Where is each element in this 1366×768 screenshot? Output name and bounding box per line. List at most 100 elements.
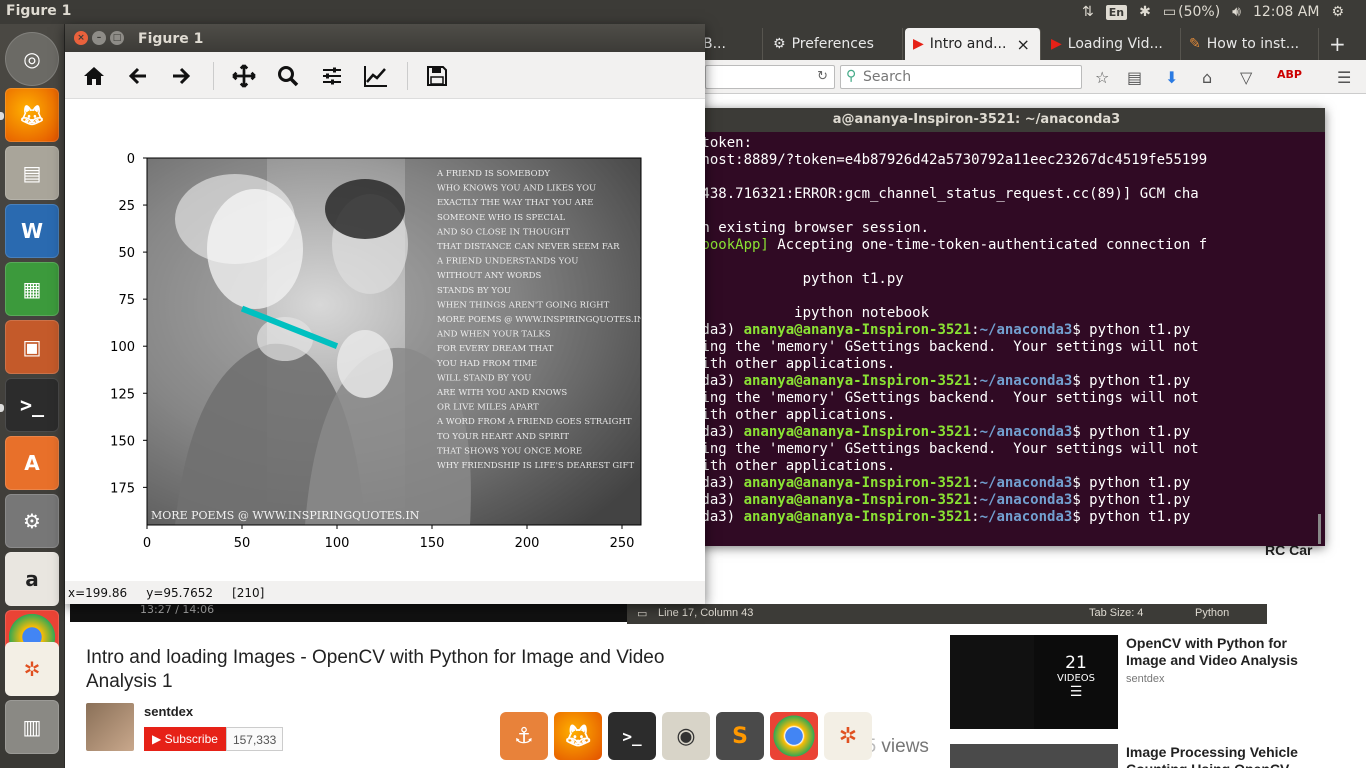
y-tick-label: 175 [110, 481, 135, 496]
terminal-line: window in existing browser session. [634, 220, 930, 236]
network-icon[interactable]: ⇅ [1082, 4, 1094, 20]
terminal-line: shared with other applications. [634, 407, 896, 423]
figure-status-bar: x=199.86 y=95.7652 [210] [65, 581, 705, 604]
pixel-value: [210] [232, 586, 265, 600]
ubuntu-dash-icon[interactable]: ◎ [5, 32, 59, 86]
tab-size[interactable]: Tab Size: 4 [1089, 607, 1143, 619]
rec-channel[interactable]: sentdex [1126, 673, 1165, 685]
youtube-icon: ▶ [913, 36, 924, 52]
maximize-icon[interactable]: □ [110, 31, 124, 45]
poem-line: AND WHEN YOUR TALKS [436, 330, 551, 340]
download-icon[interactable]: ⬇ [1165, 68, 1178, 87]
anchor-icon[interactable]: ⚓ [500, 712, 548, 760]
playlist-count-overlay: 21 VIDEOS ☰ [1034, 635, 1118, 729]
syntax-language[interactable]: Python [1195, 607, 1229, 619]
poem-line: AND SO CLOSE IN THOUGHT [436, 227, 570, 237]
back-arrow-icon[interactable] [123, 61, 153, 91]
firefox-icon[interactable]: 🦊︎ [554, 712, 602, 760]
terminal-icon[interactable]: >_ [608, 712, 656, 760]
files-icon[interactable]: ▤ [5, 146, 59, 200]
terminal-line: with a token: [642, 135, 753, 151]
trash-icon[interactable]: ▥ [5, 700, 59, 754]
poem-line: STANDS BY YOU [437, 286, 511, 296]
avatar[interactable] [86, 703, 134, 751]
line-chart-icon[interactable] [361, 61, 391, 91]
rec-title[interactable]: Image Processing Vehicle Counting Using … [1126, 744, 1326, 768]
magnifier-icon[interactable] [273, 61, 303, 91]
url-bar[interactable]: ↻ [705, 65, 835, 89]
y-tick-label: 75 [118, 293, 135, 308]
amazon-icon[interactable]: a [5, 552, 59, 606]
poem-line: ARE WITH YOU AND KNOWS [436, 388, 567, 398]
forward-arrow-icon[interactable] [166, 61, 196, 91]
pocket-icon[interactable]: ▽ [1240, 68, 1252, 87]
writer-icon[interactable]: W [5, 204, 59, 258]
subscribe-button[interactable]: ▶ Subscribe [144, 727, 226, 751]
terminal-line: a/anaconda3) ananya@ananya-Inspiron-3521… [634, 492, 1191, 508]
volume-icon[interactable]: 🔊︎ [1232, 4, 1241, 20]
x-tick-label: 150 [420, 536, 445, 551]
menu-icon[interactable]: ☰ [1337, 68, 1351, 87]
dock: ⚓ 🦊︎ >_ ◉ S ✲ [500, 712, 872, 768]
launcher: ◎ 🦊︎ ▤ W ▦ ▣ >_ A ⚙ a ✲ ▥ [0, 24, 65, 768]
tab-intro[interactable]: ▶ Intro and... × [905, 28, 1041, 60]
poem-line: FOR EVERY DREAM THAT [437, 344, 554, 354]
x-tick-label: 200 [515, 536, 540, 551]
speaker-icon[interactable]: ◉ [662, 712, 710, 760]
reading-list-icon[interactable]: ▤ [1127, 68, 1142, 87]
new-tab-button[interactable]: + [1321, 28, 1357, 60]
pinwheel-icon[interactable]: ✲ [824, 712, 872, 760]
close-icon[interactable]: × [1016, 35, 1029, 54]
rec-title[interactable]: OpenCV with Python for Image and Video A… [1126, 635, 1326, 669]
channel-name[interactable]: sentdex [144, 704, 193, 719]
tab-loading-video[interactable]: ▶ Loading Vid... [1043, 28, 1181, 60]
y-tick-label: 50 [118, 246, 135, 261]
figure-canvas[interactable]: A FRIEND IS SOMEBODY WHO KNOWS YOU AND LI… [65, 99, 705, 581]
y-tick-label: 125 [110, 387, 135, 402]
star-icon[interactable]: ☆ [1095, 68, 1109, 87]
reload-icon[interactable]: ↻ [817, 69, 828, 84]
system-settings-icon[interactable]: ⚙ [5, 494, 59, 548]
settings-gear-icon[interactable]: ⚙ [1331, 4, 1344, 20]
search-icon: ⚲ [846, 68, 857, 84]
plot-area[interactable]: A FRIEND IS SOMEBODY WHO KNOWS YOU AND LI… [65, 99, 705, 581]
close-icon[interactable]: × [74, 31, 88, 45]
indicator-area: ⇅ En ✱ ▭ (50%) 🔊︎ 12:08 AM ⚙ [1082, 0, 1366, 24]
floppy-disk-icon[interactable] [422, 61, 452, 91]
subscriber-count: 157,333 [225, 727, 284, 751]
terminal-line: shared with other applications. [634, 458, 896, 474]
video-thumbnail[interactable] [950, 744, 1118, 768]
poem-line: A FRIEND UNDERSTANDS YOU [436, 257, 578, 267]
terminal-icon[interactable]: >_ [5, 378, 59, 432]
chrome-icon[interactable] [770, 712, 818, 760]
bluetooth-icon[interactable]: ✱ [1139, 4, 1151, 20]
adblock-icon[interactable]: ABP [1277, 68, 1302, 81]
battery-icon[interactable]: ▭ [1163, 4, 1176, 20]
software-center-icon[interactable]: A [5, 436, 59, 490]
minimize-icon[interactable]: – [92, 31, 106, 45]
terminal-window[interactable]: a@ananya-Inspiron-3521: ~/anaconda3 with… [628, 108, 1325, 546]
home-icon[interactable] [79, 61, 109, 91]
search-input[interactable]: ⚲ Search [840, 65, 1082, 89]
sliders-icon[interactable] [317, 61, 347, 91]
home-icon[interactable]: ⌂ [1202, 68, 1212, 87]
keyboard-layout[interactable]: En [1105, 4, 1128, 20]
y-tick-label: 100 [110, 340, 135, 355]
recommendation-item[interactable]: Image Processing Vehicle Counting Using … [950, 744, 1350, 768]
playlist-thumbnail[interactable]: 21 VIDEOS ☰ [950, 635, 1118, 729]
terminal-scrollbar[interactable] [1318, 514, 1321, 544]
tab-preferences[interactable]: ⚙ Preferences [765, 28, 903, 60]
sublime-text-icon[interactable]: S [716, 712, 764, 760]
move-icon[interactable] [229, 61, 259, 91]
terminal-output[interactable]: with a token:://localhost:8889/?token=e4… [628, 135, 1318, 545]
impress-icon[interactable]: ▣ [5, 320, 59, 374]
tab-0[interactable]: B... [695, 28, 763, 60]
panel-icon[interactable]: ▭ [637, 607, 647, 620]
clock[interactable]: 12:08 AM [1253, 4, 1319, 20]
firefox-icon[interactable]: 🦊︎ [5, 88, 59, 142]
calc-icon[interactable]: ▦ [5, 262, 59, 316]
toolbar-divider [407, 62, 408, 90]
pinwheel-icon[interactable]: ✲ [5, 642, 59, 696]
tab-how-to-install[interactable]: ✎ How to inst... [1181, 28, 1319, 60]
recommendation-item[interactable]: 21 VIDEOS ☰ OpenCV with Python for Image… [950, 635, 1350, 735]
